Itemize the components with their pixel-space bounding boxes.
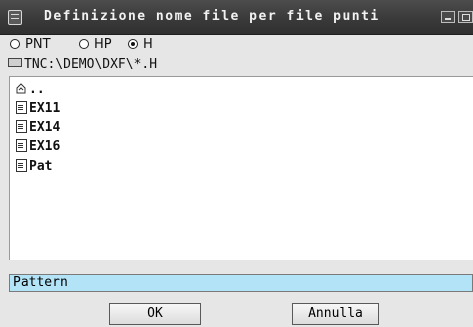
radio-hp-indicator[interactable]	[79, 38, 89, 49]
list-item-label: EX14	[29, 120, 61, 135]
cancel-button[interactable]: Annulla	[292, 303, 379, 325]
file-icon	[16, 139, 27, 152]
file-icon	[16, 120, 27, 133]
filename-input[interactable]: Pattern	[9, 274, 473, 292]
radio-h[interactable]: H	[128, 37, 153, 52]
button-bar	[0, 297, 473, 327]
current-path: TNC:\DEMO\DXF\*.H	[8, 57, 157, 75]
list-item[interactable]: EX11	[16, 101, 60, 119]
title-bar[interactable]: Definizione nome file per file punti	[0, 0, 473, 35]
maximize-icon[interactable]	[458, 11, 473, 23]
ok-button[interactable]: OK	[109, 303, 201, 325]
radio-hp[interactable]: HP	[79, 37, 112, 52]
radio-h-label: H	[143, 37, 153, 52]
radio-pnt[interactable]: PNT	[10, 37, 51, 52]
list-item[interactable]: EX14	[16, 120, 60, 138]
radio-h-indicator[interactable]	[128, 38, 138, 49]
file-list[interactable]: .. EX11 EX14 EX16 Pat	[9, 76, 473, 260]
drive-icon	[8, 58, 22, 67]
file-icon	[16, 159, 27, 172]
list-item-label: Pat	[29, 159, 53, 174]
window-title: Definizione nome file per file punti	[44, 9, 380, 24]
list-item-up[interactable]: ..	[16, 82, 45, 100]
list-item[interactable]: EX16	[16, 139, 60, 157]
window-icon	[8, 10, 22, 25]
up-folder-icon	[16, 83, 26, 94]
radio-pnt-indicator[interactable]	[10, 38, 20, 49]
list-item[interactable]: Pat	[16, 159, 52, 177]
file-name-dialog: Definizione nome file per file punti PNT…	[0, 0, 473, 327]
minimize-icon[interactable]	[441, 11, 455, 23]
path-text: TNC:\DEMO\DXF\*.H	[24, 57, 158, 72]
radio-hp-label: HP	[94, 37, 112, 52]
list-item-label: EX11	[29, 101, 61, 116]
radio-pnt-label: PNT	[25, 37, 51, 52]
list-item-label: EX16	[29, 139, 61, 154]
file-icon	[16, 101, 27, 114]
list-item-up-label: ..	[29, 82, 45, 97]
